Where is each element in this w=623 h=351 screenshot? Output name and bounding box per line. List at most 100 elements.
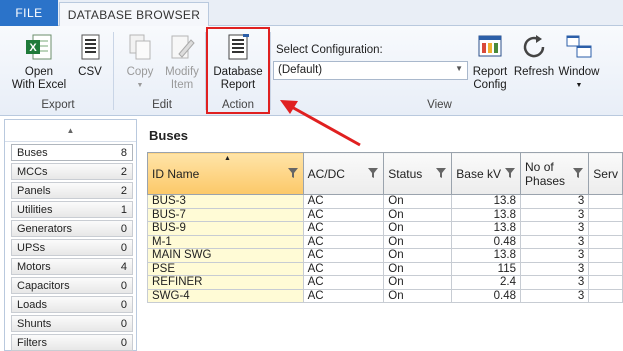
- table-cell[interactable]: On: [383, 194, 453, 209]
- modify-item-label: Modify Item: [165, 66, 199, 91]
- table-cell[interactable]: BUS-9: [147, 221, 304, 236]
- table-row[interactable]: REFINER AC On 2.4 3: [147, 275, 623, 290]
- column-header-no-of-phases[interactable]: No of Phases: [520, 152, 590, 195]
- list-item-loads[interactable]: Loads 0: [11, 296, 133, 313]
- table-cell[interactable]: PSE: [147, 261, 304, 276]
- table-cell[interactable]: 3: [520, 221, 590, 236]
- table-cell[interactable]: 13.8: [451, 207, 522, 222]
- table-cell[interactable]: On: [383, 207, 453, 222]
- filter-icon[interactable]: [367, 167, 379, 179]
- table-cell[interactable]: On: [383, 234, 453, 249]
- list-item-shunts[interactable]: Shunts 0: [11, 315, 133, 332]
- table-cell[interactable]: [588, 288, 623, 303]
- table-cell[interactable]: REFINER: [147, 275, 304, 290]
- report-config-icon: [478, 35, 502, 57]
- list-item-upss[interactable]: UPSs 0: [11, 239, 133, 256]
- list-item-generators[interactable]: Generators 0: [11, 220, 133, 237]
- filter-icon[interactable]: [572, 167, 584, 179]
- table-cell[interactable]: 13.8: [451, 248, 522, 263]
- list-item-count: 0: [120, 337, 127, 349]
- csv-button[interactable]: CSV: [72, 32, 108, 79]
- table-cell[interactable]: AC: [302, 275, 385, 290]
- table-cell[interactable]: 13.8: [451, 221, 522, 236]
- filter-icon[interactable]: [504, 167, 516, 179]
- table-cell[interactable]: AC: [302, 234, 385, 249]
- table-row[interactable]: M-1 AC On 0.48 3: [147, 234, 623, 249]
- table-cell[interactable]: [588, 275, 623, 290]
- table-cell[interactable]: 0.48: [451, 288, 522, 303]
- configuration-dropdown[interactable]: (Default) ▼: [273, 61, 468, 80]
- table-cell[interactable]: BUS-7: [147, 207, 304, 222]
- table-cell[interactable]: On: [383, 288, 453, 303]
- list-item-label: Buses: [17, 146, 48, 159]
- list-item-count: 0: [120, 280, 127, 292]
- table-cell[interactable]: AC: [302, 261, 385, 276]
- table-cell[interactable]: MAIN SWG: [147, 248, 304, 263]
- table-cell[interactable]: 3: [520, 261, 590, 276]
- table-cell[interactable]: SWG-4: [147, 288, 304, 303]
- table-cell[interactable]: 3: [520, 275, 590, 290]
- list-item-utilities[interactable]: Utilities 1: [11, 201, 133, 218]
- list-item-capacitors[interactable]: Capacitors 0: [11, 277, 133, 294]
- table-cell[interactable]: On: [383, 248, 453, 263]
- table-row[interactable]: PSE AC On 115 3: [147, 261, 623, 276]
- table-cell[interactable]: 13.8: [451, 194, 522, 209]
- list-item-panels[interactable]: Panels 2: [11, 182, 133, 199]
- filter-icon[interactable]: [435, 167, 447, 179]
- table-cell[interactable]: [588, 207, 623, 222]
- table-cell[interactable]: On: [383, 221, 453, 236]
- table-row[interactable]: MAIN SWG AC On 13.8 3: [147, 248, 623, 263]
- column-header-base-kv[interactable]: Base kV: [451, 152, 522, 195]
- tab-database-browser[interactable]: DATABASE BROWSER: [59, 2, 209, 27]
- window-button[interactable]: Window ▼: [556, 32, 602, 92]
- open-with-excel-button[interactable]: X Open With Excel: [8, 32, 70, 92]
- data-table: ▲ ID Name AC/DC Status Base kV No of Pha…: [147, 152, 623, 303]
- table-cell[interactable]: AC: [302, 288, 385, 303]
- table-cell[interactable]: On: [383, 261, 453, 276]
- table-cell[interactable]: 115: [451, 261, 522, 276]
- table-cell[interactable]: [588, 221, 623, 236]
- table-row[interactable]: BUS-9 AC On 13.8 3: [147, 221, 623, 236]
- tab-file[interactable]: FILE: [0, 0, 58, 26]
- table-cell[interactable]: M-1: [147, 234, 304, 249]
- copy-button[interactable]: Copy ▼: [120, 32, 160, 92]
- table-cell[interactable]: On: [383, 275, 453, 290]
- table-cell[interactable]: [588, 234, 623, 249]
- list-item-label: Capacitors: [17, 279, 70, 292]
- table-cell[interactable]: 3: [520, 288, 590, 303]
- table-cell[interactable]: BUS-3: [147, 194, 304, 209]
- table-cell[interactable]: AC: [302, 207, 385, 222]
- list-item-mccs[interactable]: MCCs 2: [11, 163, 133, 180]
- column-header-id-name[interactable]: ▲ ID Name: [147, 152, 304, 195]
- column-header-status[interactable]: Status: [383, 152, 453, 195]
- table-cell[interactable]: [588, 248, 623, 263]
- table-cell[interactable]: AC: [302, 221, 385, 236]
- modify-item-button[interactable]: Modify Item: [160, 32, 204, 92]
- table-cell[interactable]: 3: [520, 194, 590, 209]
- table-cell[interactable]: AC: [302, 194, 385, 209]
- column-header-label: ID Name: [152, 166, 200, 181]
- column-header-serv[interactable]: Serv: [588, 152, 623, 195]
- refresh-button[interactable]: Refresh: [512, 32, 556, 79]
- group-separator: [270, 32, 271, 110]
- table-cell[interactable]: 2.4: [451, 275, 522, 290]
- table-cell[interactable]: 3: [520, 234, 590, 249]
- table-cell[interactable]: 0.48: [451, 234, 522, 249]
- chevron-down-icon: ▼: [455, 64, 463, 73]
- scroll-up-button[interactable]: ▲: [5, 120, 136, 142]
- list-item-count: 2: [120, 185, 127, 197]
- table-row[interactable]: BUS-7 AC On 13.8 3: [147, 207, 623, 222]
- table-cell[interactable]: AC: [302, 248, 385, 263]
- list-item-motors[interactable]: Motors 4: [11, 258, 133, 275]
- table-cell[interactable]: [588, 261, 623, 276]
- list-item-filters[interactable]: Filters 0: [11, 334, 133, 351]
- report-config-button[interactable]: Report Config: [470, 32, 510, 92]
- column-header-ac-dc[interactable]: AC/DC: [302, 152, 385, 195]
- table-row[interactable]: SWG-4 AC On 0.48 3: [147, 288, 623, 303]
- filter-icon[interactable]: [287, 167, 299, 179]
- table-row[interactable]: BUS-3 AC On 13.8 3: [147, 194, 623, 209]
- table-cell[interactable]: 3: [520, 207, 590, 222]
- list-item-buses[interactable]: Buses 8: [11, 144, 133, 161]
- table-cell[interactable]: 3: [520, 248, 590, 263]
- table-cell[interactable]: [588, 194, 623, 209]
